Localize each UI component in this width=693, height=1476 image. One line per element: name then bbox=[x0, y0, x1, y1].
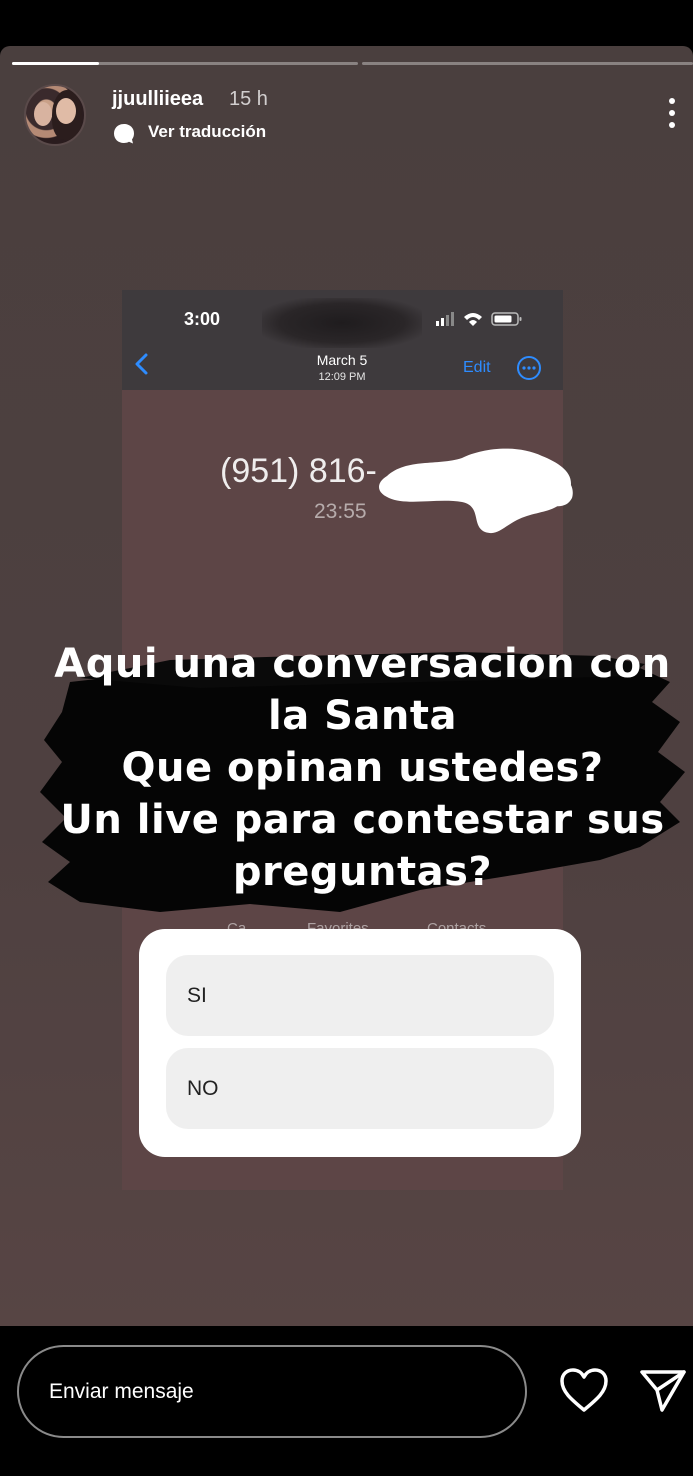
caption-line: Aqui una conversacion con bbox=[54, 641, 671, 687]
see-translation-link[interactable]: Ver traducción bbox=[148, 122, 266, 142]
story-viewer: jjuulliieea 15 h Ver traducción 3:00 Mar… bbox=[0, 0, 693, 1476]
phone-status-time: 3:00 bbox=[184, 309, 221, 329]
caption-line: Un live para contestar sus bbox=[60, 797, 665, 843]
poll-option-no[interactable]: NO bbox=[166, 1048, 554, 1129]
story-caption: Aqui una conversacion con la Santa Que o… bbox=[40, 638, 685, 898]
story-content[interactable]: jjuulliieea 15 h Ver traducción 3:00 Mar… bbox=[0, 46, 693, 1326]
blurred-contact-area bbox=[262, 298, 422, 348]
heart-icon[interactable] bbox=[558, 1366, 610, 1414]
call-duration: 23:55 bbox=[314, 500, 367, 523]
caption-line: la Santa bbox=[267, 693, 458, 739]
speech-bubble-icon[interactable] bbox=[113, 123, 135, 145]
poll-sticker: SI NO bbox=[139, 929, 581, 1157]
send-message-placeholder: Enviar mensaje bbox=[49, 1380, 194, 1403]
caption-line: preguntas? bbox=[232, 849, 493, 895]
redaction-scribble bbox=[379, 448, 573, 534]
ellipsis-circle-icon bbox=[517, 356, 541, 380]
phone-number: (951) 816- bbox=[220, 452, 377, 490]
send-message-input[interactable]: Enviar mensaje bbox=[17, 1345, 527, 1438]
story-progress-segment-2 bbox=[362, 62, 693, 65]
story-progress-fill bbox=[12, 62, 99, 65]
send-icon[interactable] bbox=[638, 1366, 688, 1414]
phone-conversation-date: March 5 bbox=[316, 352, 368, 368]
phone-edit-label: Edit bbox=[463, 359, 491, 376]
username[interactable]: jjuulliieea bbox=[112, 88, 203, 111]
chevron-left-icon bbox=[135, 353, 148, 375]
avatar[interactable] bbox=[24, 84, 86, 146]
story-time-ago: 15 h bbox=[229, 88, 268, 110]
phone-conversation-time: 12:09 PM bbox=[318, 371, 366, 383]
phone-header: 3:00 March 5 12:09 PM Edit bbox=[122, 290, 563, 390]
story-progress-segment-1 bbox=[12, 62, 358, 65]
status-bar-icons bbox=[436, 312, 522, 326]
poll-option-si[interactable]: SI bbox=[166, 955, 554, 1036]
caption-line: Que opinan ustedes? bbox=[121, 745, 604, 791]
more-vertical-icon[interactable] bbox=[660, 96, 684, 130]
